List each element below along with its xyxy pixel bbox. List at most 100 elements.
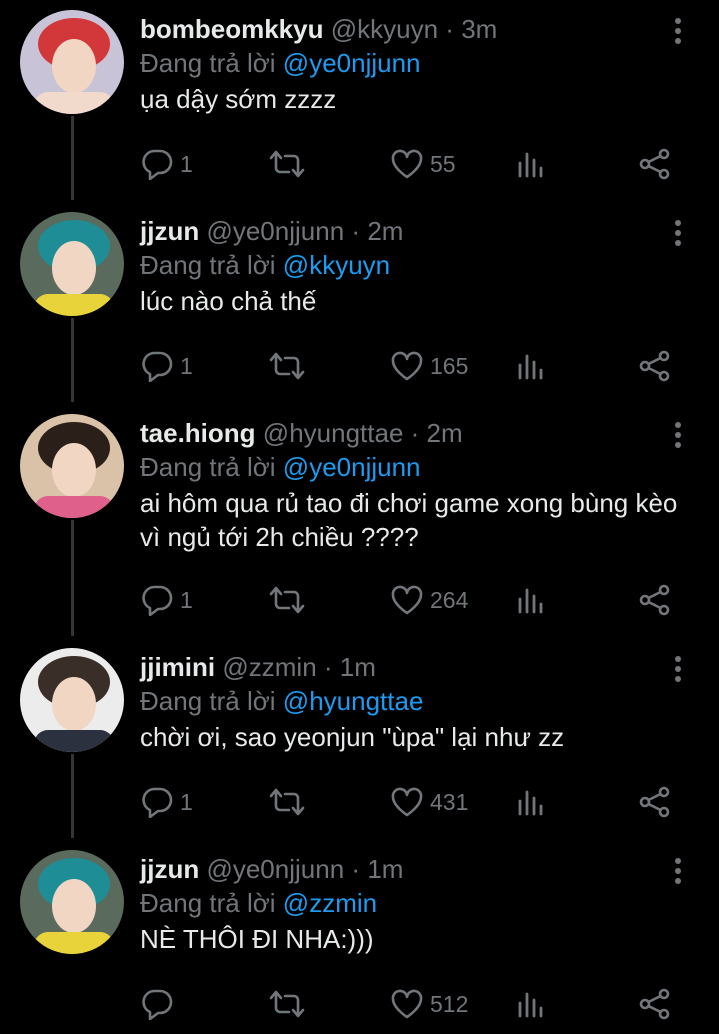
- timestamp[interactable]: 3m: [461, 14, 497, 44]
- tweet-text: NÈ THÔI ĐI NHA:))): [140, 924, 374, 954]
- reply-mention[interactable]: @zzmin: [283, 888, 377, 918]
- tweet-text: chời ơi, sao yeonjun "ùpa" lại như zz: [140, 722, 565, 752]
- analytics-icon: [516, 786, 546, 818]
- analytics-icon: [516, 988, 546, 1020]
- reply-button[interactable]: [140, 984, 180, 1024]
- more-vertical-icon[interactable]: [666, 216, 690, 250]
- tweet-header: tae.hiong @hyungttae · 2m: [140, 416, 463, 450]
- like-count: 512: [430, 990, 469, 1017]
- views-button[interactable]: [516, 346, 546, 386]
- display-name[interactable]: bombeomkkyu: [140, 14, 324, 44]
- thread-connector: [71, 318, 74, 402]
- tweet-actions: 512: [140, 984, 700, 1024]
- replying-to-label: Đang trả lời: [140, 48, 276, 78]
- reply-count: 1: [180, 352, 193, 379]
- thread-connector: [71, 520, 74, 636]
- share-icon: [638, 583, 672, 617]
- separator-dot: ·: [351, 854, 361, 884]
- reply-button[interactable]: 1: [140, 580, 193, 620]
- share-icon: [638, 785, 672, 819]
- timestamp[interactable]: 2m: [427, 418, 463, 448]
- retweet-button[interactable]: [267, 580, 307, 620]
- reply-count: 1: [180, 788, 193, 815]
- replying-to: Đang trả lời @ye0njjunn: [140, 450, 421, 484]
- share-button[interactable]: [638, 580, 672, 620]
- user-handle[interactable]: @hyungttae: [263, 418, 404, 448]
- retweet-button[interactable]: [267, 984, 307, 1024]
- like-count: 431: [430, 788, 469, 815]
- like-button[interactable]: 431: [390, 782, 468, 822]
- share-icon: [638, 349, 672, 383]
- reply-icon: [140, 988, 174, 1020]
- reply-icon: [140, 350, 174, 382]
- reply-count: 1: [180, 586, 193, 613]
- avatar[interactable]: [20, 212, 124, 316]
- replying-to-label: Đang trả lời: [140, 452, 276, 482]
- timestamp[interactable]: 1m: [367, 854, 403, 884]
- share-button[interactable]: [638, 782, 672, 822]
- like-button[interactable]: 512: [390, 984, 468, 1024]
- separator-dot: ·: [351, 216, 361, 246]
- like-button[interactable]: 165: [390, 346, 468, 386]
- reply-mention[interactable]: @kkyuyn: [283, 250, 390, 280]
- avatar[interactable]: [20, 10, 124, 114]
- heart-icon: [390, 584, 424, 616]
- reply-button[interactable]: 1: [140, 144, 193, 184]
- avatar[interactable]: [20, 850, 124, 954]
- tweet-actions: 1 431: [140, 782, 700, 822]
- reply-mention[interactable]: @ye0njjunn: [283, 452, 421, 482]
- share-button[interactable]: [638, 984, 672, 1024]
- more-vertical-icon[interactable]: [666, 652, 690, 686]
- like-count: 55: [430, 150, 456, 177]
- reply-button[interactable]: 1: [140, 346, 193, 386]
- display-name[interactable]: jjimini: [140, 652, 215, 682]
- separator-dot: ·: [323, 652, 333, 682]
- views-button[interactable]: [516, 984, 546, 1024]
- reply-mention[interactable]: @ye0njjunn: [283, 48, 421, 78]
- display-name[interactable]: jjzun: [140, 216, 199, 246]
- retweet-icon: [267, 148, 307, 180]
- tweet-actions: 1 165: [140, 346, 700, 386]
- reply-icon: [140, 584, 174, 616]
- more-vertical-icon[interactable]: [666, 14, 690, 48]
- display-name[interactable]: jjzun: [140, 854, 199, 884]
- tweet-header: bombeomkkyu @kkyuyn · 3m: [140, 12, 497, 46]
- share-button[interactable]: [638, 144, 672, 184]
- more-vertical-icon[interactable]: [666, 854, 690, 888]
- tweet-header: jjzun @ye0njjunn · 1m: [140, 852, 403, 886]
- analytics-icon: [516, 584, 546, 616]
- avatar[interactable]: [20, 414, 124, 518]
- share-button[interactable]: [638, 346, 672, 386]
- share-icon: [638, 147, 672, 181]
- reply-button[interactable]: 1: [140, 782, 193, 822]
- user-handle[interactable]: @ye0njjunn: [206, 854, 344, 884]
- display-name[interactable]: tae.hiong: [140, 418, 256, 448]
- views-button[interactable]: [516, 782, 546, 822]
- like-button[interactable]: 55: [390, 144, 456, 184]
- retweet-button[interactable]: [267, 144, 307, 184]
- retweet-button[interactable]: [267, 782, 307, 822]
- timestamp[interactable]: 2m: [367, 216, 403, 246]
- replying-to: Đang trả lời @hyungttae: [140, 684, 423, 718]
- more-vertical-icon[interactable]: [666, 418, 690, 452]
- tweet-text: ụa dậy sớm zzzz: [140, 84, 337, 114]
- reply-count: 1: [180, 150, 193, 177]
- reply-icon: [140, 148, 174, 180]
- reply-mention[interactable]: @hyungttae: [283, 686, 424, 716]
- reply-icon: [140, 786, 174, 818]
- retweet-icon: [267, 584, 307, 616]
- user-handle[interactable]: @ye0njjunn: [206, 216, 344, 246]
- retweet-icon: [267, 350, 307, 382]
- user-handle[interactable]: @zzmin: [222, 652, 316, 682]
- views-button[interactable]: [516, 144, 546, 184]
- replying-to: Đang trả lời @zzmin: [140, 886, 377, 920]
- user-handle[interactable]: @kkyuyn: [331, 14, 438, 44]
- avatar[interactable]: [20, 648, 124, 752]
- retweet-button[interactable]: [267, 346, 307, 386]
- analytics-icon: [516, 350, 546, 382]
- like-button[interactable]: 264: [390, 580, 468, 620]
- views-button[interactable]: [516, 580, 546, 620]
- tweet-header: jjimini @zzmin · 1m: [140, 650, 376, 684]
- tweet-actions: 1 55: [140, 144, 700, 184]
- timestamp[interactable]: 1m: [340, 652, 376, 682]
